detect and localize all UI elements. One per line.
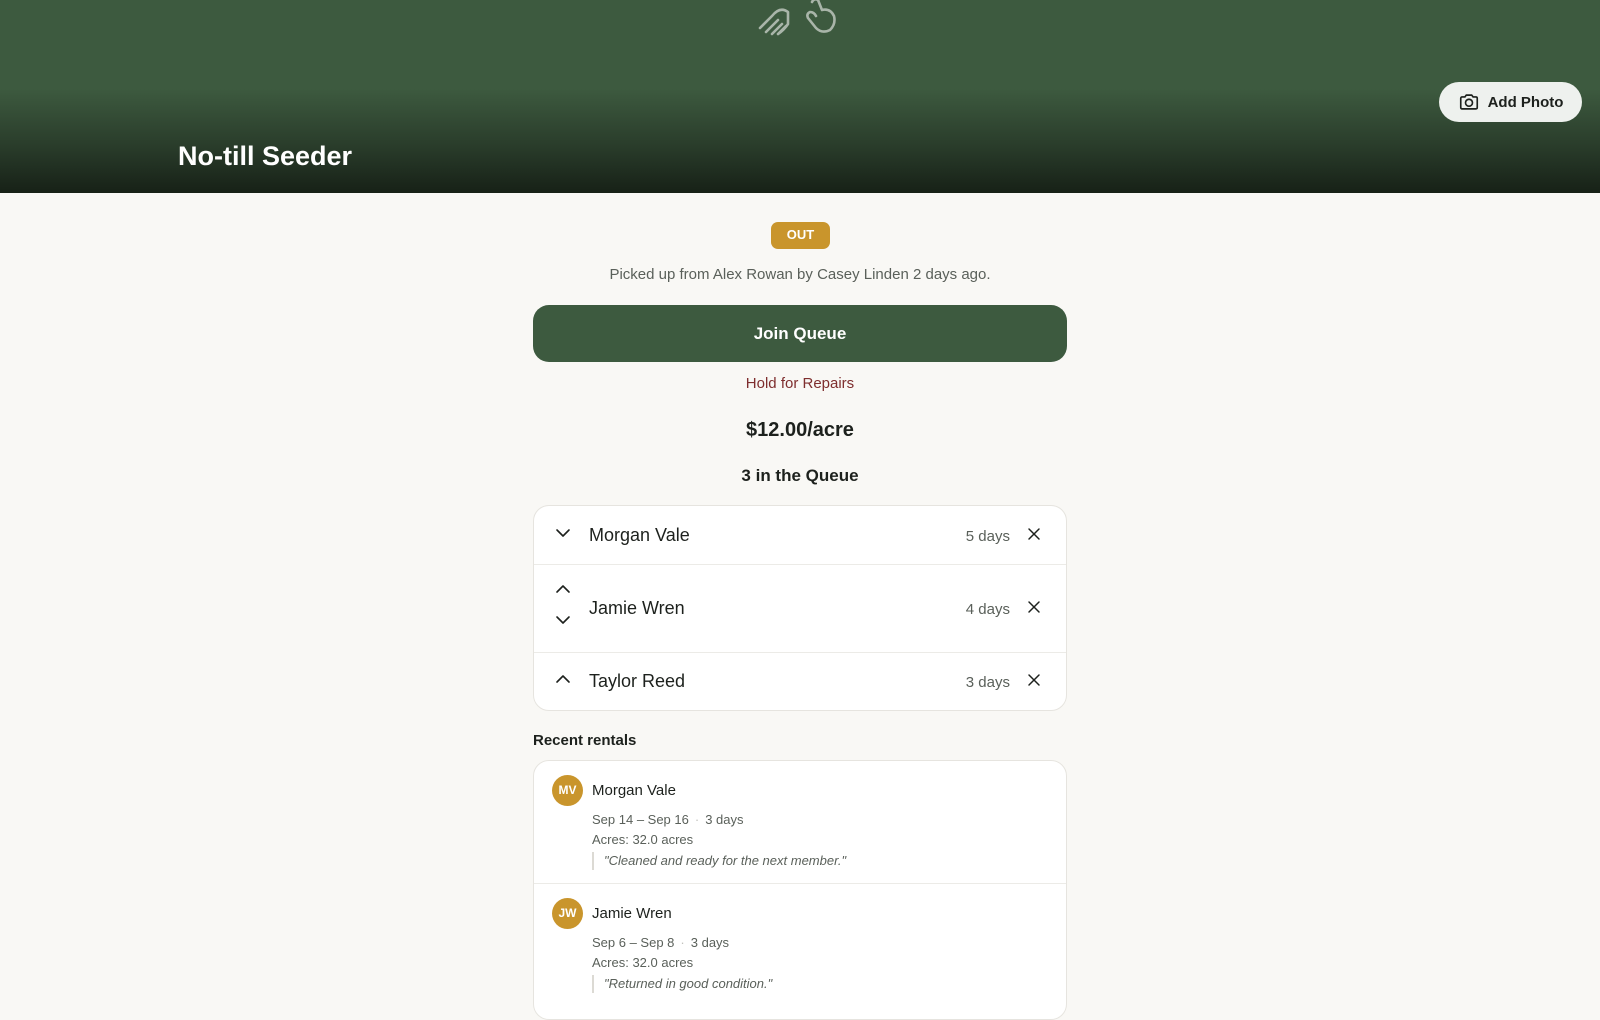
queue-list: Morgan Vale 5 days Jamie Wren 4 days Tay… <box>533 505 1067 711</box>
hold-for-repairs-link[interactable]: Hold for Repairs <box>533 375 1067 392</box>
close-icon[interactable] <box>1026 599 1042 615</box>
queue-member-days: 4 days <box>965 601 1010 618</box>
camera-icon <box>1459 94 1478 110</box>
avatar: MV <box>552 775 583 806</box>
queue-member-name: Jamie Wren <box>589 598 685 618</box>
hero-banner: No-till Seeder Add Photo <box>0 0 1600 193</box>
close-icon[interactable] <box>1026 672 1042 688</box>
page-title: No-till Seeder <box>178 141 353 171</box>
recent-rentals-list: MV Morgan Vale Sep 14 – Sep 16 · 3 days Ac… <box>533 760 1067 1020</box>
chevron-up-icon[interactable] <box>554 672 572 686</box>
rental-member-name: Morgan Vale <box>592 782 676 799</box>
close-icon[interactable] <box>1026 526 1042 542</box>
add-photo-button[interactable]: Add Photo <box>1439 82 1582 122</box>
rental-item: MV Morgan Vale Sep 14 – Sep 16 · 3 days Ac… <box>534 761 1066 884</box>
rental-date-range: Sep 14 – Sep 16 <box>592 812 689 827</box>
rental-member-name: Jamie Wren <box>592 905 672 922</box>
queue-title: 3 in the Queue <box>741 466 859 485</box>
rental-note: "Returned in good condition." <box>592 975 772 993</box>
chevron-up-icon[interactable] <box>554 582 572 596</box>
queue-member-name: Taylor Reed <box>589 671 686 691</box>
separator-dot: · <box>694 812 700 827</box>
queue-row: Taylor Reed 3 days <box>534 653 1066 710</box>
join-queue-button[interactable]: Join Queue <box>533 305 1067 362</box>
rental-acres: Acres: 32.0 acres <box>592 832 694 847</box>
price-per-acre: $12.00/acre <box>746 419 854 441</box>
rental-dates: Sep 14 – Sep 16 · 3 days <box>592 812 744 827</box>
recent-rentals-title: Recent rentals <box>533 732 637 749</box>
queue-row: Jamie Wren 4 days <box>534 565 1066 653</box>
chevron-down-icon[interactable] <box>554 613 572 627</box>
separator-dot: · <box>680 935 685 950</box>
status-badge: OUT <box>771 222 830 249</box>
queue-row: Morgan Vale 5 days <box>534 506 1066 565</box>
rental-dates: Sep 6 – Sep 8 · 3 days <box>592 935 729 950</box>
rental-note: "Cleaned and ready for the next member." <box>592 852 846 870</box>
queue-member-name: Morgan Vale <box>589 525 690 545</box>
queue-member-days: 5 days <box>965 528 1010 545</box>
rental-item: JW Jamie Wren Sep 6 – Sep 8 · 3 days Acres… <box>534 884 1066 1007</box>
rental-date-range: Sep 6 – Sep 8 <box>592 935 675 950</box>
rental-acres: Acres: 32.0 acres <box>592 955 694 970</box>
chevron-down-icon[interactable] <box>554 526 572 540</box>
rental-duration: 3 days <box>690 935 730 950</box>
add-photo-label: Add Photo <box>1487 93 1564 111</box>
status-detail: Picked up from Alex Rowan by Casey Linde… <box>609 266 991 283</box>
rental-duration: 3 days <box>705 812 744 827</box>
queue-member-days: 3 days <box>965 674 1010 691</box>
avatar: JW <box>552 898 583 929</box>
seeder-hand-icon <box>758 0 836 36</box>
